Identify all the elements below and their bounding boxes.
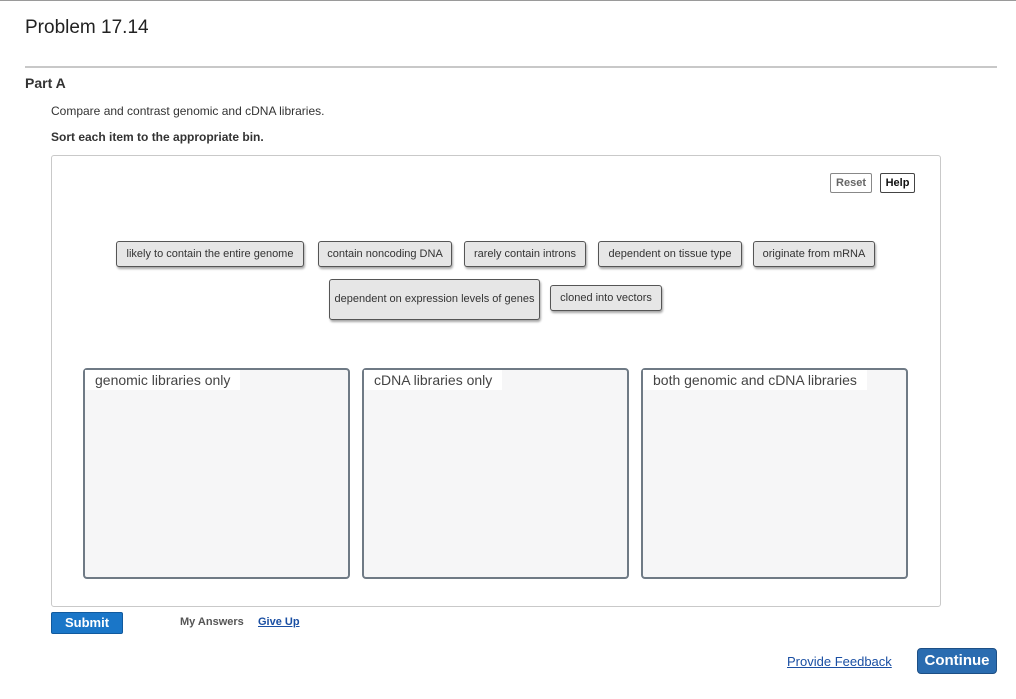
drag-item-mrna-origin[interactable]: originate from mRNA bbox=[753, 241, 875, 267]
help-button[interactable]: Help bbox=[880, 173, 915, 193]
part-label: Part A bbox=[25, 75, 66, 91]
bin-cdna-only[interactable]: cDNA libraries only bbox=[362, 368, 629, 579]
drag-item-noncoding-dna[interactable]: contain noncoding DNA bbox=[318, 241, 452, 267]
drag-item-tissue-type[interactable]: dependent on tissue type bbox=[598, 241, 742, 267]
bin-label: cDNA libraries only bbox=[364, 370, 503, 390]
reset-button[interactable]: Reset bbox=[830, 173, 872, 193]
continue-button[interactable]: Continue bbox=[917, 648, 997, 674]
drag-item-rarely-introns[interactable]: rarely contain introns bbox=[464, 241, 586, 267]
give-up-link[interactable]: Give Up bbox=[258, 616, 300, 628]
title-divider bbox=[25, 66, 997, 68]
drag-item-expression-levels[interactable]: dependent on expression levels of genes bbox=[329, 279, 540, 320]
my-answers-label: My Answers bbox=[180, 616, 244, 628]
question-text: Compare and contrast genomic and cDNA li… bbox=[51, 104, 325, 118]
top-border bbox=[0, 0, 1016, 1]
bin-label: both genomic and cDNA libraries bbox=[643, 370, 867, 390]
submit-button[interactable]: Submit bbox=[51, 612, 123, 634]
page-title: Problem 17.14 bbox=[25, 17, 149, 38]
bin-genomic-only[interactable]: genomic libraries only bbox=[83, 368, 350, 579]
provide-feedback-link[interactable]: Provide Feedback bbox=[787, 654, 892, 669]
drag-item-entire-genome[interactable]: likely to contain the entire genome bbox=[116, 241, 304, 267]
sorting-workspace: Reset Help likely to contain the entire … bbox=[51, 155, 941, 607]
bin-label: genomic libraries only bbox=[85, 370, 241, 390]
drag-item-cloned-vectors[interactable]: cloned into vectors bbox=[550, 285, 662, 311]
instruction-text: Sort each item to the appropriate bin. bbox=[51, 130, 264, 144]
bin-both[interactable]: both genomic and cDNA libraries bbox=[641, 368, 908, 579]
